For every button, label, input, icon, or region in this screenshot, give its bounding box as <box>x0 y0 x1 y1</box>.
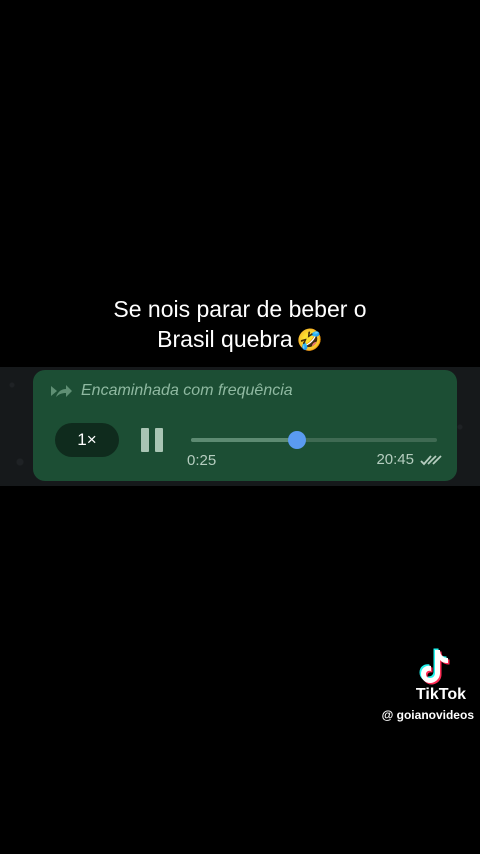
audio-progress-knob[interactable] <box>287 431 306 449</box>
timestamp-text: 20:45 <box>376 451 414 468</box>
video-caption: Se nois parar de beber o Brasil quebra 🤣 <box>0 294 480 356</box>
double-check-icon <box>420 454 442 465</box>
voice-message-bubble[interactable]: Encaminhada com frequência 1× 0:25 20:45 <box>33 370 457 481</box>
message-timestamp: 20:45 <box>376 451 442 468</box>
forwarded-arrows-icon <box>51 385 72 397</box>
playback-speed-button[interactable]: 1× <box>55 423 119 457</box>
caption-line-2: Brasil quebra 🤣 <box>0 324 480 356</box>
elapsed-time: 0:25 <box>187 452 217 469</box>
laughing-emoji-icon: 🤣 <box>296 329 323 352</box>
pause-icon[interactable] <box>141 428 165 452</box>
caption-line-2-text: Brasil quebra <box>157 326 293 352</box>
tiktok-brand: TikTok <box>415 686 466 703</box>
forwarded-label: Encaminhada com frequência <box>81 382 293 399</box>
audio-progress-fill <box>191 438 297 442</box>
tiktok-handle: @ goianovideos <box>381 708 474 722</box>
tiktok-logo-icon <box>419 648 450 685</box>
audio-progress-slider[interactable] <box>191 431 437 449</box>
forwarded-indicator: Encaminhada com frequência <box>49 382 293 400</box>
caption-line-1: Se nois parar de beber o <box>113 296 367 322</box>
